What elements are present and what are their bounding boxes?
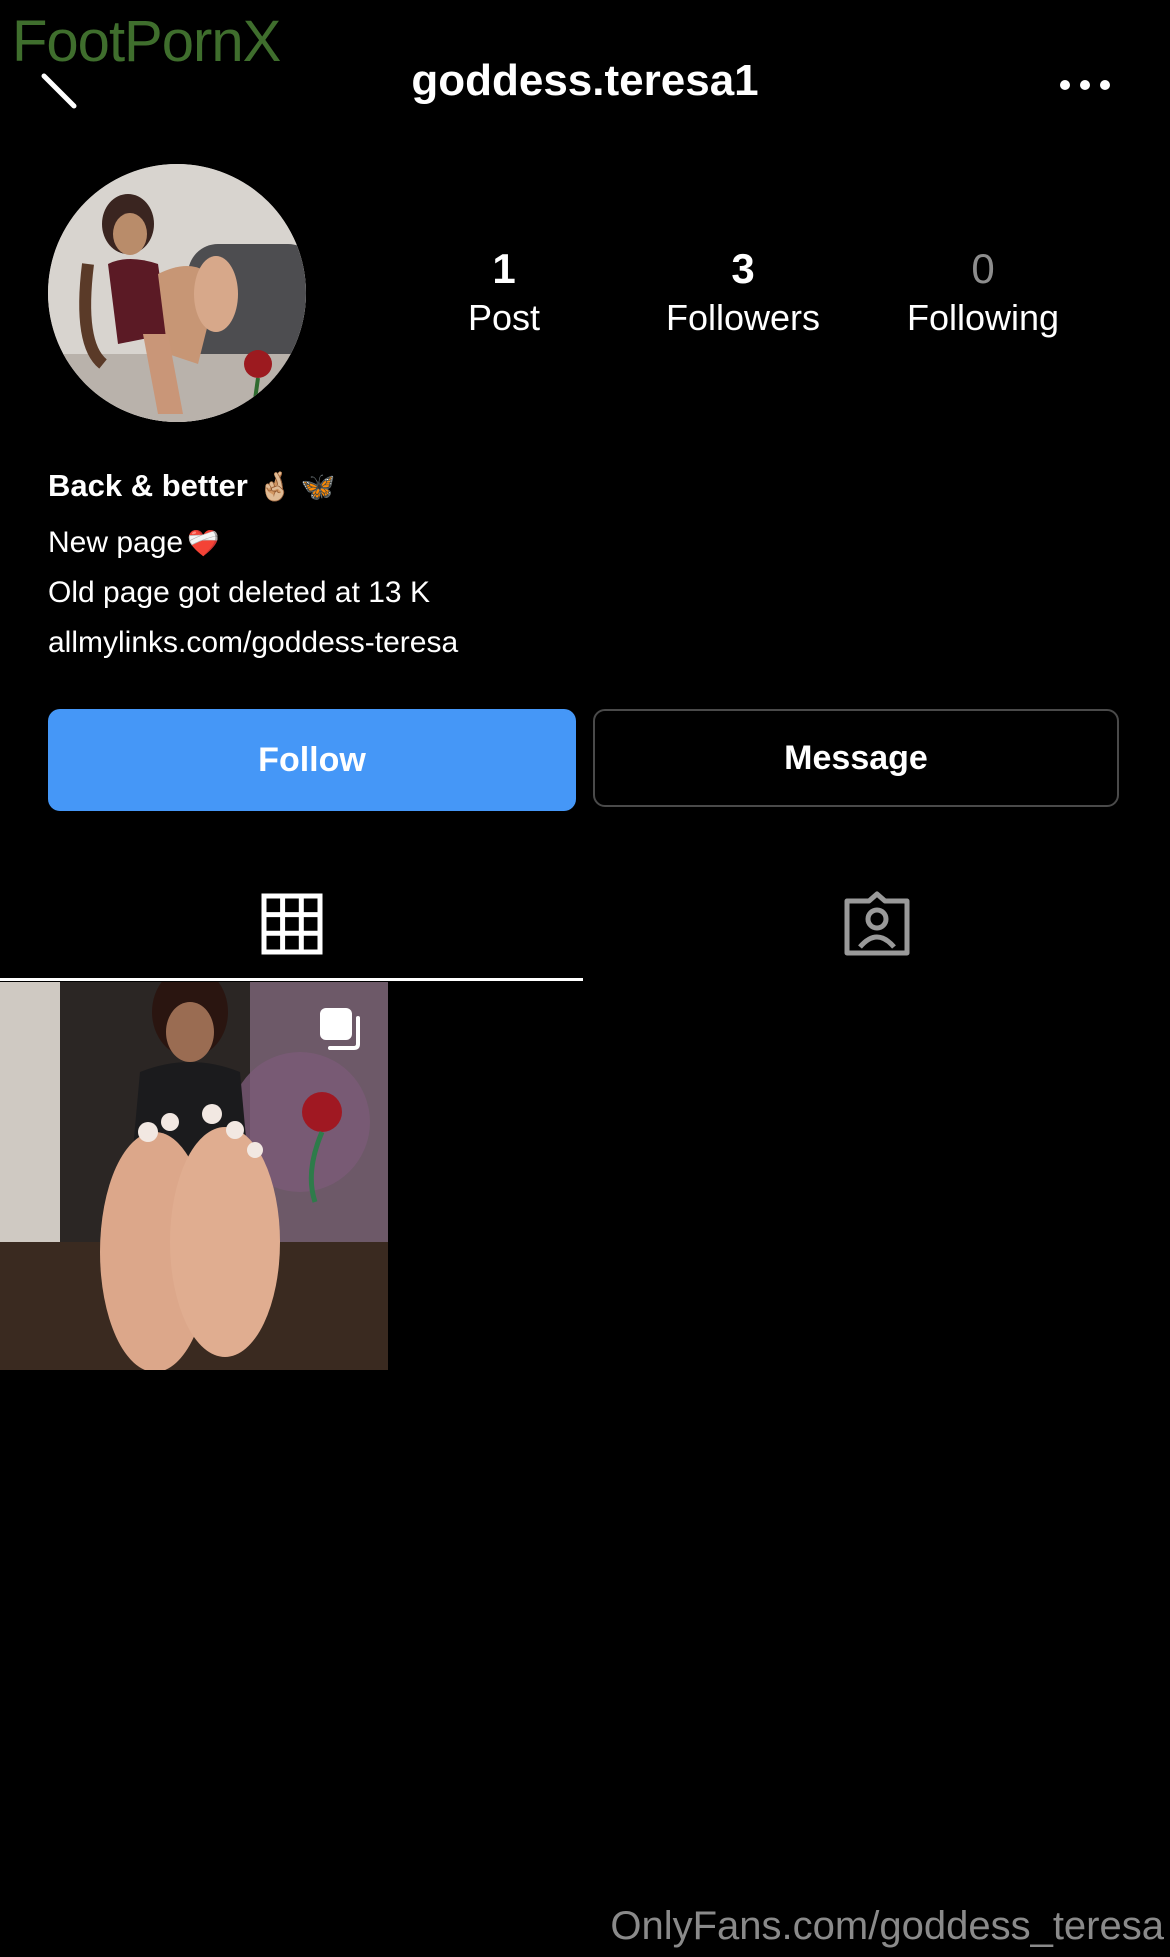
followers-label: Followers: [665, 297, 821, 338]
following-count: 0: [971, 245, 995, 292]
bio-line-old-page: Old page got deleted at 13 K: [48, 576, 430, 609]
post-thumbnail[interactable]: [0, 982, 388, 1370]
bio-name-emojis: 🤞🏼 🦋: [257, 470, 336, 502]
posts-count-stat[interactable]: 1 Post: [384, 245, 624, 339]
posts-count: 1: [492, 245, 516, 292]
more-options-button[interactable]: [1055, 70, 1115, 100]
following-count-stat[interactable]: 0 Following: [863, 245, 1103, 339]
profile-bio: Back & better 🤞🏼 🦋 New page ❤️‍🩹 Old pag…: [48, 468, 1118, 660]
tab-tagged[interactable]: [585, 870, 1168, 978]
watermark-bottom: OnlyFans.com/goddess_teresa: [610, 1904, 1164, 1948]
multiple-photos-icon: [320, 1008, 360, 1050]
tagged-icon: [844, 891, 909, 956]
bio-link[interactable]: allmylinks.com/goddess-teresa: [48, 626, 1118, 660]
posts-label: Post: [467, 297, 541, 338]
followers-count-stat[interactable]: 3 Followers: [623, 245, 863, 339]
profile-actions: Follow Message: [48, 709, 1122, 811]
profile-avatar[interactable]: [48, 164, 306, 422]
followers-count: 3: [731, 245, 755, 292]
mending-heart-icon: ❤️‍🩹: [187, 527, 220, 558]
profile-tabs: [0, 870, 1170, 981]
watermark-top: FootPornX: [12, 9, 281, 74]
tab-posts-grid[interactable]: [0, 870, 583, 981]
bio-name-row: Back & better 🤞🏼 🦋: [48, 468, 1118, 504]
bio-line1-text: New page: [48, 526, 184, 559]
bio-name: Back & better: [48, 468, 248, 503]
more-dots-icon: [1060, 80, 1110, 90]
follow-button[interactable]: Follow: [48, 709, 576, 811]
following-label: Following: [906, 297, 1060, 338]
avatar-image: [48, 164, 306, 422]
grid-icon: [261, 893, 322, 955]
message-button[interactable]: Message: [593, 709, 1119, 807]
bio-line-new-page: New page ❤️‍🩹: [48, 526, 1118, 560]
